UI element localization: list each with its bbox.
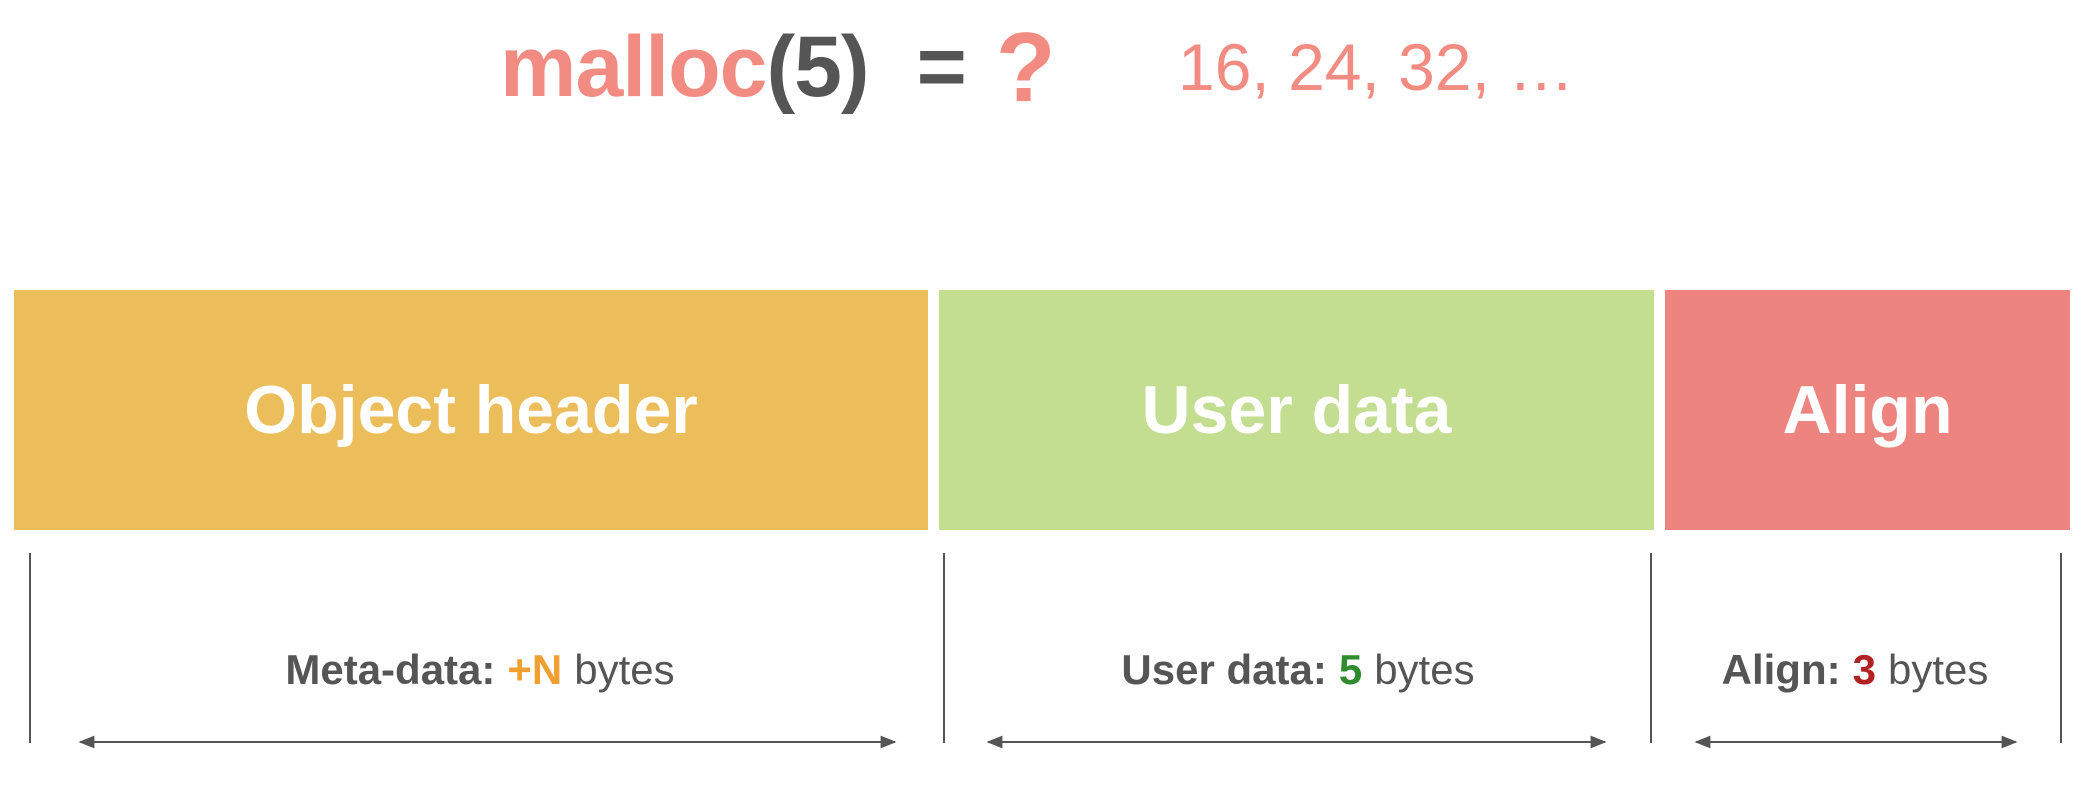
title-row: malloc (5) = ? 16, 24, 32, … — [0, 12, 2082, 122]
align-unit: bytes — [1887, 646, 1989, 693]
boundary-line — [1650, 553, 1652, 743]
meta-data-label: Meta-data: — [285, 646, 496, 693]
object-header-block: Object header — [14, 290, 928, 530]
function-argument: (5) — [766, 18, 869, 115]
user-data-caption: User data: 5 bytes — [948, 640, 1648, 700]
size-classes: 16, 24, 32, … — [1178, 30, 1575, 104]
meta-data-caption: Meta-data: +N bytes — [40, 640, 920, 700]
align-block: Align — [1665, 290, 2070, 530]
user-data-value: 5 — [1338, 646, 1363, 693]
align-caption: Align: 3 bytes — [1655, 640, 2055, 700]
boundary-line — [29, 553, 31, 743]
malloc-formula: malloc (5) = ? — [500, 11, 1056, 122]
function-name: malloc — [500, 18, 767, 115]
meta-data-value: +N — [507, 646, 563, 693]
align-value: 3 — [1852, 646, 1876, 693]
equals-sign: = — [916, 18, 967, 115]
boundary-line — [2060, 553, 2062, 743]
boundary-line — [943, 553, 945, 743]
meta-data-unit: bytes — [574, 646, 675, 693]
question-mark: ? — [995, 11, 1056, 122]
user-data-label: User data: — [1121, 646, 1327, 693]
user-data-unit: bytes — [1374, 646, 1475, 693]
user-data-block: User data — [939, 290, 1654, 530]
align-label: Align: — [1721, 646, 1841, 693]
